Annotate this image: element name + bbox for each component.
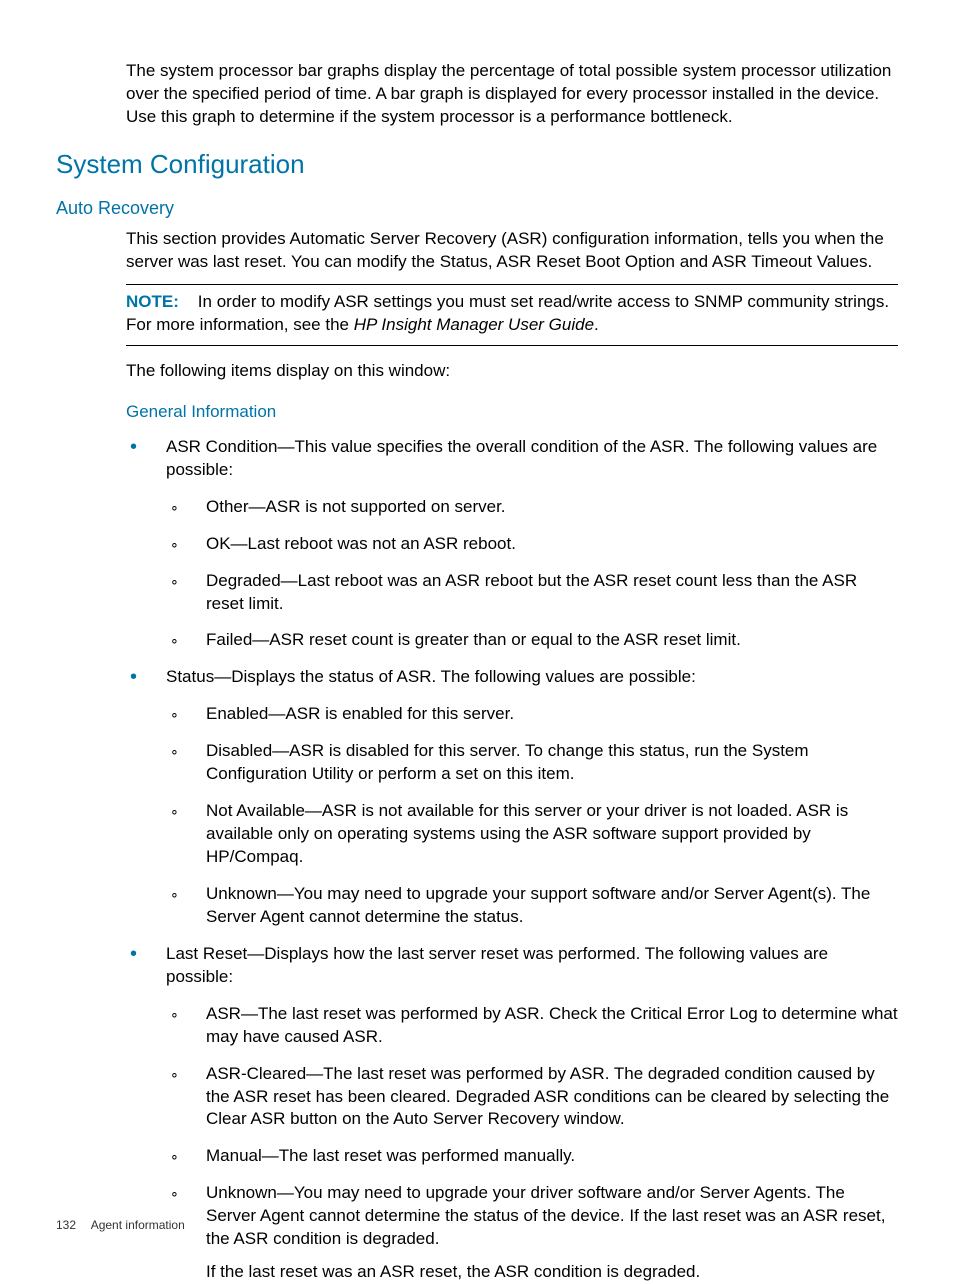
note-reference-title: HP Insight Manager User Guide — [354, 315, 594, 334]
footer-title: Agent information — [91, 1218, 185, 1232]
general-info-list: ASR Condition—This value specifies the o… — [126, 436, 898, 1284]
sub-list: ASR—The last reset was performed by ASR.… — [166, 1003, 898, 1284]
note-callout: NOTE: In order to modify ASR settings yo… — [126, 284, 898, 346]
list-item-text: Status—Displays the status of ASR. The f… — [166, 667, 696, 686]
heading-general-information: General Information — [126, 401, 898, 424]
page-footer: 132 Agent information — [56, 1217, 185, 1233]
sub-list-item: ASR—The last reset was performed by ASR.… — [166, 1003, 898, 1049]
sub-list-item: Disabled—ASR is disabled for this server… — [166, 740, 898, 786]
trailing-paragraph: If the last reset was an ASR reset, the … — [206, 1261, 898, 1284]
page-number: 132 — [56, 1218, 76, 1232]
sub-list-item: Other—ASR is not supported on server. — [166, 496, 898, 519]
sub-list-item: OK—Last reboot was not an ASR reboot. — [166, 533, 898, 556]
sub-list-item: Enabled—ASR is enabled for this server. — [166, 703, 898, 726]
intro-paragraph: The system processor bar graphs display … — [126, 60, 898, 129]
heading-system-configuration: System Configuration — [56, 147, 898, 182]
heading-auto-recovery: Auto Recovery — [56, 196, 898, 220]
sub-list-item: ASR-Cleared—The last reset was performed… — [166, 1063, 898, 1132]
sub-list-item-text: Unknown—You may need to upgrade your dri… — [206, 1183, 885, 1248]
sub-list-item: Unknown—You may need to upgrade your dri… — [166, 1182, 898, 1284]
sub-list-item: Unknown—You may need to upgrade your sup… — [166, 883, 898, 929]
sub-list-item: Failed—ASR reset count is greater than o… — [166, 629, 898, 652]
list-item: ASR Condition—This value specifies the o… — [126, 436, 898, 653]
auto-recovery-description: This section provides Automatic Server R… — [126, 228, 898, 274]
list-item: Status—Displays the status of ASR. The f… — [126, 666, 898, 928]
sub-list-item: Not Available—ASR is not available for t… — [166, 800, 898, 869]
sub-list: Enabled—ASR is enabled for this server. … — [166, 703, 898, 929]
sub-list: Other—ASR is not supported on server. OK… — [166, 496, 898, 653]
sub-list-item: Degraded—Last reboot was an ASR reboot b… — [166, 570, 898, 616]
note-label: NOTE: — [126, 292, 179, 311]
note-text-suffix: . — [594, 315, 599, 334]
list-item-text: ASR Condition—This value specifies the o… — [166, 437, 877, 479]
list-item: Last Reset—Displays how the last server … — [126, 943, 898, 1284]
followup-text: The following items display on this wind… — [126, 360, 898, 383]
sub-list-item: Manual—The last reset was performed manu… — [166, 1145, 898, 1168]
list-item-text: Last Reset—Displays how the last server … — [166, 944, 828, 986]
